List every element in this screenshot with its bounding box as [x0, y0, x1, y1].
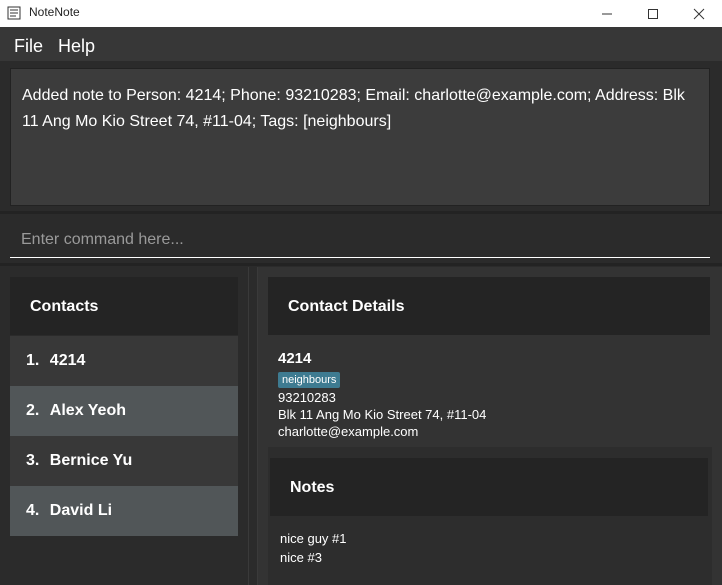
- close-button[interactable]: [676, 0, 722, 27]
- tag-badge: neighbours: [278, 372, 341, 388]
- contact-details-card: 4214 neighbours 93210283 Blk 11 Ang Mo K…: [268, 336, 710, 447]
- notes-header: Notes: [270, 458, 708, 516]
- window-title: NoteNote: [29, 5, 80, 19]
- result-display: Added note to Person: 4214; Phone: 93210…: [10, 68, 710, 206]
- note-item: nice #3: [280, 550, 322, 565]
- contact-row[interactable]: 2. Alex Yeoh: [10, 386, 238, 436]
- contact-index: 1.: [26, 352, 40, 369]
- contact-details-header: Contact Details: [268, 277, 710, 335]
- menu-help[interactable]: Help: [58, 36, 95, 57]
- notebook-icon: [7, 6, 21, 20]
- title-bar: NoteNote: [0, 0, 722, 27]
- maximize-icon: [648, 8, 658, 19]
- contact-index: 4.: [26, 502, 40, 519]
- contact-index: 2.: [26, 402, 40, 419]
- contact-index: 3.: [26, 452, 40, 469]
- minimize-icon: [602, 13, 612, 14]
- contact-row[interactable]: 1. 4214: [10, 336, 238, 386]
- contacts-header: Contacts: [10, 277, 238, 335]
- details-phone: 93210283: [278, 390, 336, 405]
- contact-row[interactable]: 3. Bernice Yu: [10, 436, 238, 486]
- contact-name: 4214: [49, 352, 86, 369]
- contact-name: David Li: [49, 502, 113, 519]
- note-item: nice guy #1: [280, 531, 347, 546]
- maximize-button[interactable]: [630, 0, 676, 27]
- panel-splitter[interactable]: [248, 267, 258, 585]
- details-address: Blk 11 Ang Mo Kio Street 74, #11-04: [278, 407, 487, 422]
- notes-section: Notes nice guy #1 nice #3: [268, 447, 712, 585]
- details-email: charlotte@example.com: [278, 424, 419, 439]
- menu-bar: File Help: [0, 27, 722, 61]
- minimize-button[interactable]: [584, 0, 630, 27]
- divider: [0, 263, 722, 266]
- command-input[interactable]: [10, 223, 721, 257]
- result-text: Added note to Person: 4214; Phone: 93210…: [22, 87, 685, 130]
- details-name: 4214: [278, 350, 312, 367]
- contact-name: Bernice Yu: [49, 452, 133, 469]
- divider: [0, 211, 722, 214]
- command-box: [10, 223, 721, 258]
- contact-row[interactable]: 4. David Li: [10, 486, 238, 536]
- close-icon: [693, 8, 705, 19]
- contact-name: Alex Yeoh: [49, 402, 126, 419]
- menu-file[interactable]: File: [14, 36, 43, 57]
